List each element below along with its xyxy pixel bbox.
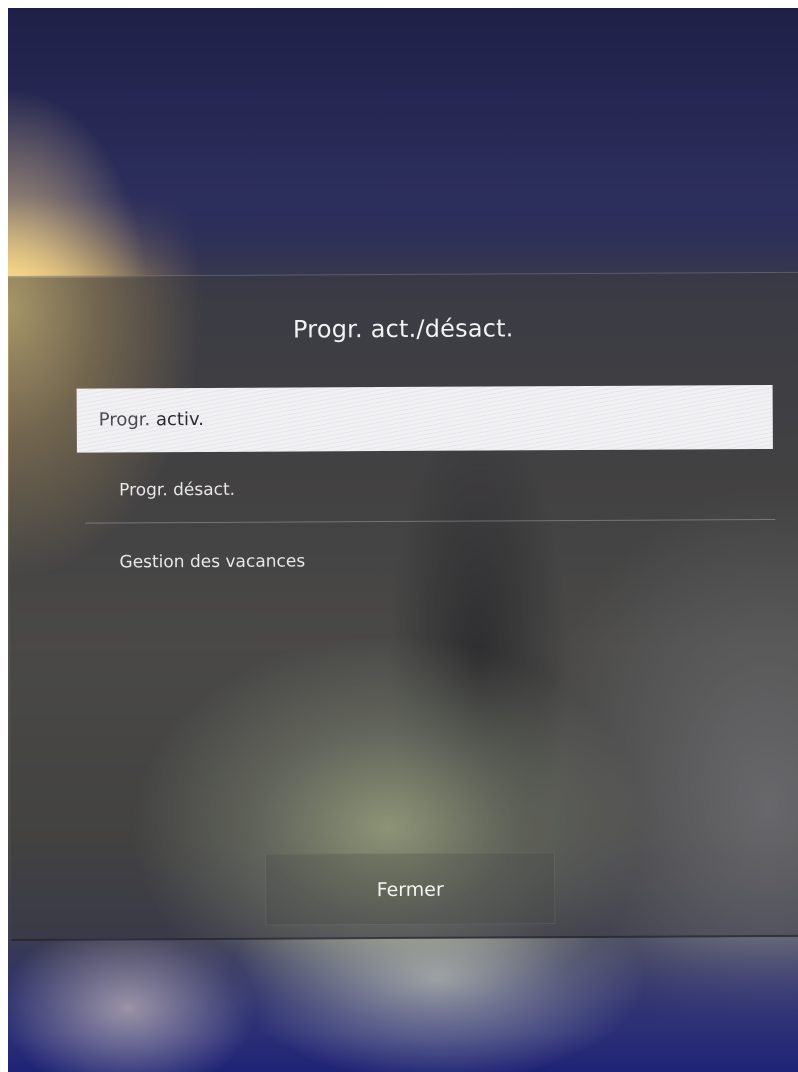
dialog-title: Progr. act./désact. [292, 314, 514, 344]
menu-item-progr-activ[interactable]: Progr. activ. [76, 384, 773, 453]
screen-background-bottom [8, 938, 798, 1072]
close-button[interactable]: Fermer [265, 852, 556, 926]
menu-item-gestion-vacances[interactable]: Gestion des vacances [119, 539, 305, 584]
tv-screen: Progr. act./désact. Progr. activ. Progr.… [8, 8, 798, 1072]
menu-item-progr-desact[interactable]: Progr. désact. [119, 468, 235, 513]
menu-item-label: activ. [155, 408, 204, 431]
menu-item-label-prefix: Progr. [98, 409, 156, 431]
menu-divider [85, 518, 776, 524]
screen-background-top [8, 8, 798, 278]
menu-item-label: Gestion des vacances [119, 551, 306, 573]
menu-item-label: Progr. désact. [119, 479, 236, 501]
timer-dialog: Progr. act./désact. Progr. activ. Progr.… [8, 271, 798, 941]
